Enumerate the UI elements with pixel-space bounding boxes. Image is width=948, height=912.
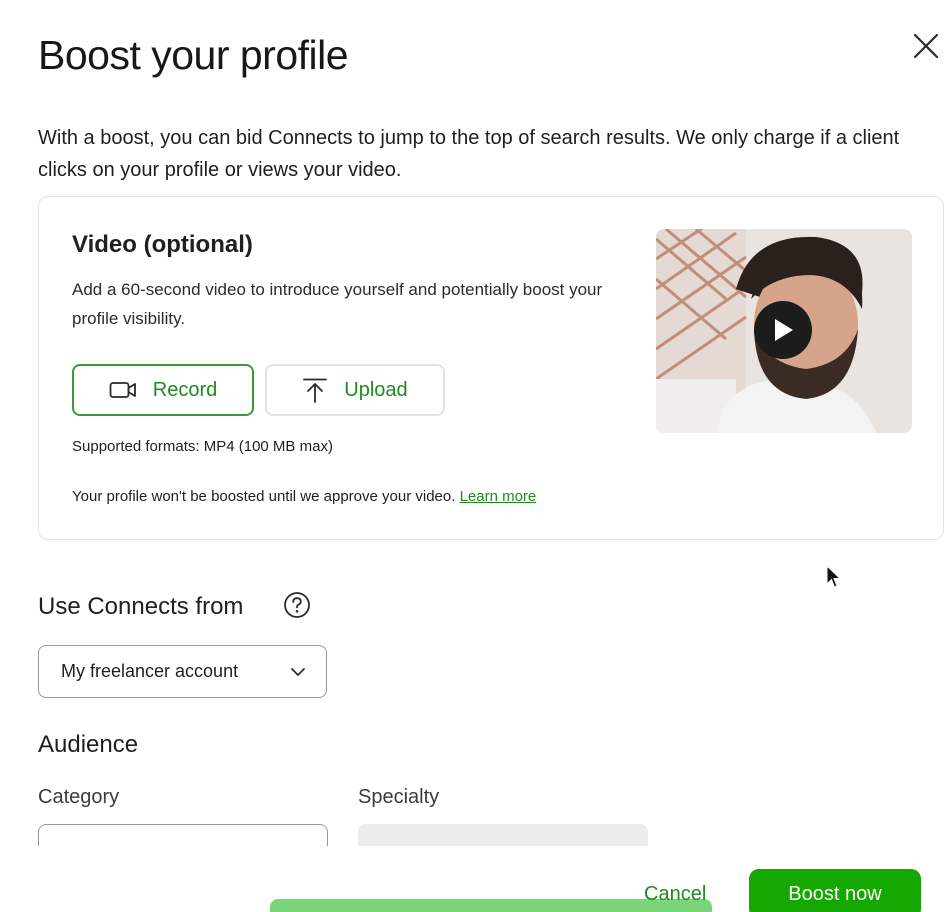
record-button[interactable]: Record (72, 364, 254, 416)
connects-source-select[interactable]: My freelancer account (38, 645, 327, 698)
video-thumbnail[interactable] (656, 229, 912, 433)
boost-now-button[interactable]: Boost now (749, 869, 921, 912)
cancel-button[interactable]: Cancel (644, 883, 706, 906)
specialty-select[interactable] (358, 824, 648, 846)
mouse-pointer-icon (826, 565, 842, 588)
page-title: Boost your profile (38, 32, 349, 78)
video-camera-icon (109, 382, 136, 398)
category-label: Category (38, 786, 120, 808)
connects-source-label: Use Connects from (38, 593, 244, 620)
approval-note: Your profile won't be boosted until we a… (72, 488, 536, 505)
video-description: Add a 60-second video to introduce yours… (72, 280, 603, 328)
supported-formats: Supported formats: MP4 (100 MB max) (72, 438, 333, 455)
connects-source-value: My freelancer account (61, 661, 239, 681)
record-label: Record (152, 378, 218, 401)
learn-more-link[interactable]: Learn more (460, 488, 537, 505)
category-select-box (38, 824, 328, 846)
intro-text: With a boost, you can bid Connects to ju… (38, 127, 900, 181)
category-select[interactable] (38, 824, 328, 846)
chevron-down-icon (291, 668, 305, 676)
upload-button[interactable]: Upload (265, 364, 445, 416)
question-circle-icon (284, 592, 310, 618)
video-card: Video (optional) Add a 60-second video t… (38, 196, 944, 540)
close-icon (913, 33, 939, 59)
play-button[interactable] (754, 301, 812, 359)
specialty-label: Specialty (358, 786, 440, 808)
specialty-select-box (358, 824, 648, 846)
audience-heading: Audience (38, 731, 139, 758)
help-button[interactable] (283, 591, 311, 619)
upload-icon (303, 378, 328, 403)
approval-note-text: Your profile won't be boosted until we a… (72, 488, 456, 505)
close-button[interactable] (910, 30, 942, 62)
video-section-title: Video (optional) (72, 231, 253, 258)
play-icon (775, 319, 793, 341)
boost-profile-modal: Boost your profile With a boost, you can… (0, 0, 948, 912)
upload-label: Upload (344, 378, 408, 401)
